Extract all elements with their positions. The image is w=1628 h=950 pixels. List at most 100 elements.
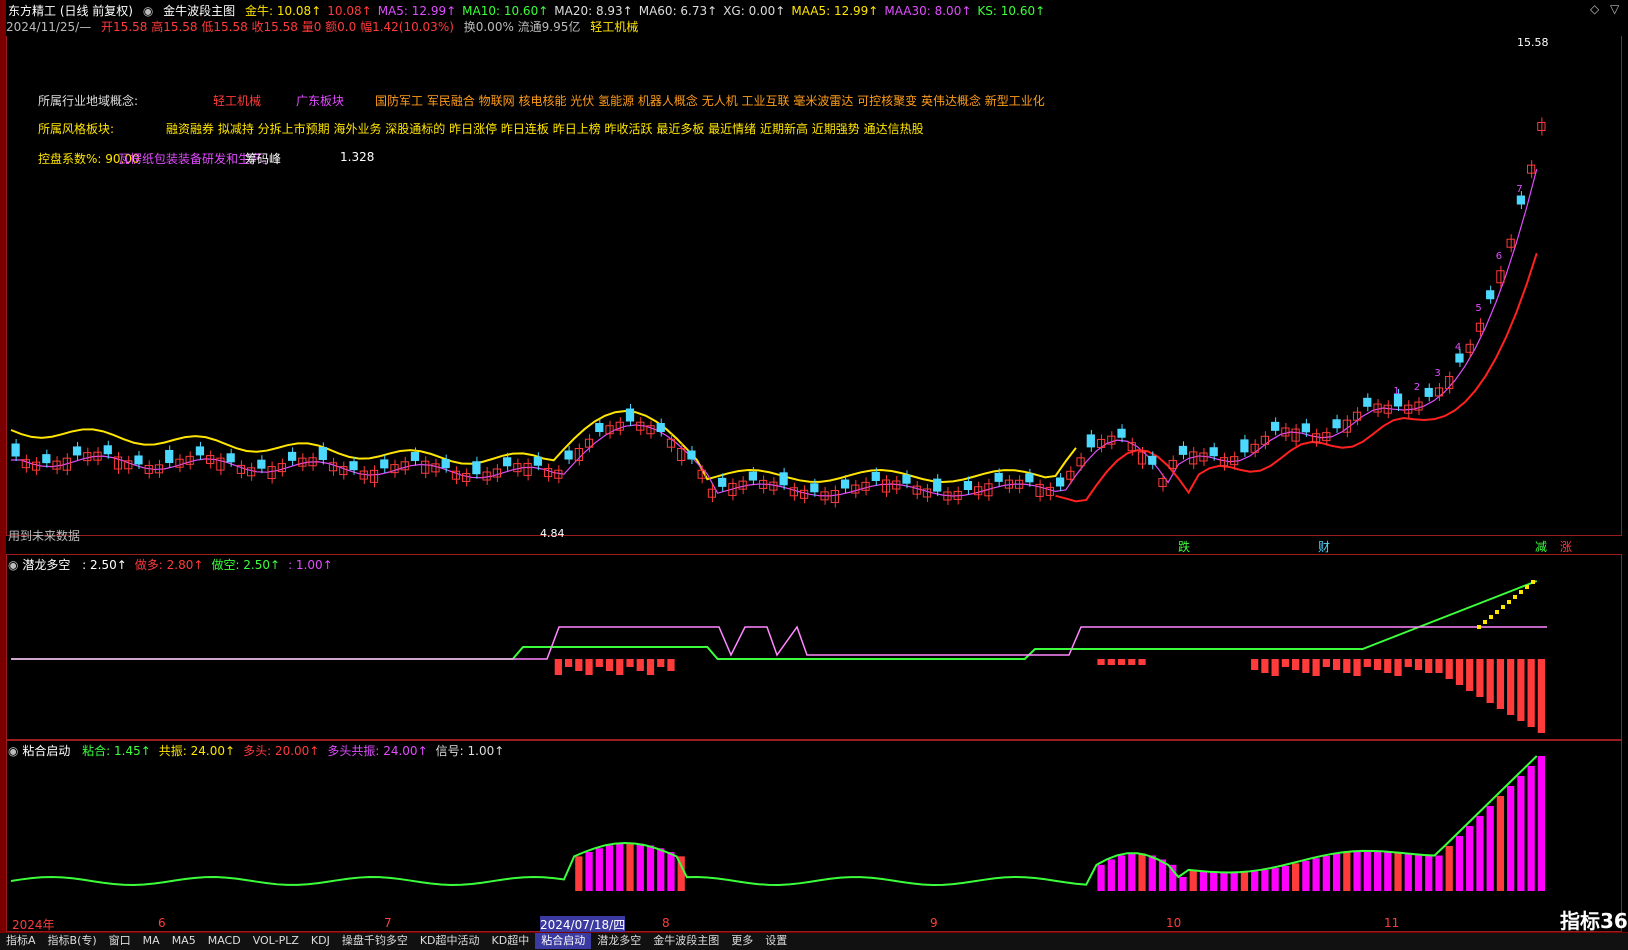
indicator-name[interactable]: 金牛波段主图: [163, 2, 235, 19]
collapse-icon[interactable]: ◇: [1590, 2, 1599, 16]
indicator-tab[interactable]: 金牛波段主图: [647, 933, 725, 949]
panel-toggle-icon[interactable]: ◉: [8, 744, 18, 758]
candle-body: [656, 423, 665, 433]
indicator-tab[interactable]: KD超中: [486, 933, 536, 949]
nianhe-bar: [636, 843, 644, 891]
marker-die: 跌: [1178, 540, 1191, 554]
main-chart-panel[interactable]: 1 2 3 4 5 6 7: [6, 36, 1622, 536]
marker-cai: 财: [1318, 540, 1331, 554]
nianhe-value-1: 共振: 24.00↑: [158, 744, 236, 758]
time-axis-label: 2024年: [12, 918, 55, 932]
nianhe-bar: [1138, 853, 1146, 891]
qianlong-bar: [1404, 659, 1412, 667]
indicator-tab[interactable]: 操盘千钧多空: [336, 933, 414, 949]
candle-body: [533, 456, 542, 466]
qianlong-bar: [1517, 659, 1525, 721]
nianhe-bar: [1148, 855, 1156, 891]
qianlong-signal: [1477, 625, 1481, 629]
indicator-tab[interactable]: MA5: [166, 933, 202, 949]
indicator-tab[interactable]: 更多: [725, 933, 759, 949]
nianhe-bar: [667, 852, 675, 891]
count-label: 2: [1414, 382, 1420, 393]
nianhe-bar: [595, 848, 603, 891]
candle-body: [840, 479, 850, 489]
indicator-tab[interactable]: MACD: [202, 933, 247, 949]
candle-body: [1455, 353, 1464, 363]
candle-body: [318, 446, 327, 460]
stock-title[interactable]: 东方精工 (日线 前复权): [8, 2, 133, 19]
candle-body: [625, 408, 635, 422]
qianlong-bar: [1271, 659, 1279, 676]
qianlong-bar: [1128, 659, 1136, 665]
candle-body: [31, 461, 41, 471]
indicator-tab[interactable]: 粘合启动: [535, 933, 592, 949]
nianhe-title[interactable]: 粘合启动: [22, 744, 70, 758]
qianlong-bar: [626, 659, 634, 667]
qianlong-bar: [1302, 659, 1310, 673]
nianhe-bar: [1517, 776, 1525, 891]
qianlong-signal: [1525, 585, 1529, 589]
indicator-tab[interactable]: 指标A: [0, 933, 42, 949]
qianlong-bar: [646, 659, 655, 675]
candle-body: [1086, 434, 1095, 448]
nianhe-bar: [1353, 851, 1361, 891]
indicator-tab[interactable]: 潜龙多空: [591, 933, 647, 949]
candle-body: [42, 454, 51, 464]
nianhe-bar: [1507, 786, 1515, 891]
indicator-tab[interactable]: KD超中活动: [414, 933, 486, 949]
candle-body: [1209, 447, 1218, 457]
qianlong-title[interactable]: 潜龙多空: [22, 558, 70, 572]
indicator-tab[interactable]: MA: [137, 933, 166, 949]
qianlong-signal: [1489, 615, 1493, 619]
candle-body: [687, 450, 696, 460]
dropdown-icon[interactable]: ◉: [143, 4, 153, 18]
qianlong-bar: [1281, 659, 1289, 667]
time-axis-label: 10: [1166, 916, 1182, 930]
styles-list: 融资融券 拟减持 分拆上市预期 海外业务 深股通标的 昨日涨停 昨日连板 昨日上…: [166, 122, 924, 136]
indicator-tab[interactable]: 窗口: [103, 933, 137, 949]
candle-body: [226, 453, 235, 463]
nianhe-bar: [1466, 826, 1474, 891]
indicator-value-1: 10.08↑: [327, 4, 372, 18]
candle-body: [287, 451, 297, 461]
candle-body: [1516, 195, 1526, 205]
nianhe-bar: [1128, 853, 1136, 891]
nianhe-bar: [616, 843, 624, 891]
expand-icon[interactable]: ▽: [1610, 2, 1619, 16]
time-axis-label: 2024/07/18/四: [540, 916, 626, 933]
candle-body: [380, 459, 389, 469]
qianlong-bar: [1251, 659, 1259, 670]
qianlong-bar: [1394, 659, 1402, 676]
nianhe-bar: [1199, 870, 1208, 891]
panel-toggle-icon[interactable]: ◉: [8, 558, 18, 572]
magenta-ma-line: [11, 168, 1538, 497]
candle-body: [410, 451, 420, 461]
count-label: 3: [1434, 368, 1440, 379]
indicator-tab[interactable]: KDJ: [305, 933, 336, 949]
indicator-tab[interactable]: 指标B(专): [42, 933, 103, 949]
nianhe-bar: [1189, 869, 1197, 891]
indicator-tab[interactable]: VOL-PLZ: [247, 933, 305, 949]
future-data-note: 用到未来数据: [8, 529, 81, 543]
nianhe-bar: [585, 852, 593, 891]
qianlong-value-0: : 2.50↑: [82, 558, 127, 572]
indicator-tab[interactable]: 设置: [759, 933, 793, 949]
candle-body: [1117, 428, 1126, 438]
nianhe-bar: [1343, 852, 1351, 891]
qianlong-bar: [1455, 659, 1464, 685]
qianlong-bar: [1425, 659, 1433, 673]
nianhe-bar: [1373, 850, 1382, 891]
qianlong-signal: [1519, 590, 1523, 594]
industry-label: 所属行业地域概念:: [38, 94, 139, 108]
nianhe-bar: [1179, 877, 1187, 891]
qianlong-panel[interactable]: [6, 554, 1622, 740]
qianlong-bar: [1507, 659, 1515, 715]
indicator-row: 东方精工 (日线 前复权) ◉ 金牛波段主图 金牛: 10.08↑ 10.08↑ M…: [0, 2, 1051, 18]
nianhe-panel[interactable]: [6, 740, 1622, 932]
nianhe-bar: [1476, 816, 1484, 891]
yellow-ma-line: [10, 409, 1077, 483]
candle-body: [1424, 387, 1433, 397]
price-high-label: 15.58: [1517, 36, 1549, 49]
qianlong-bar: [605, 659, 614, 671]
candle-body: [810, 483, 819, 493]
